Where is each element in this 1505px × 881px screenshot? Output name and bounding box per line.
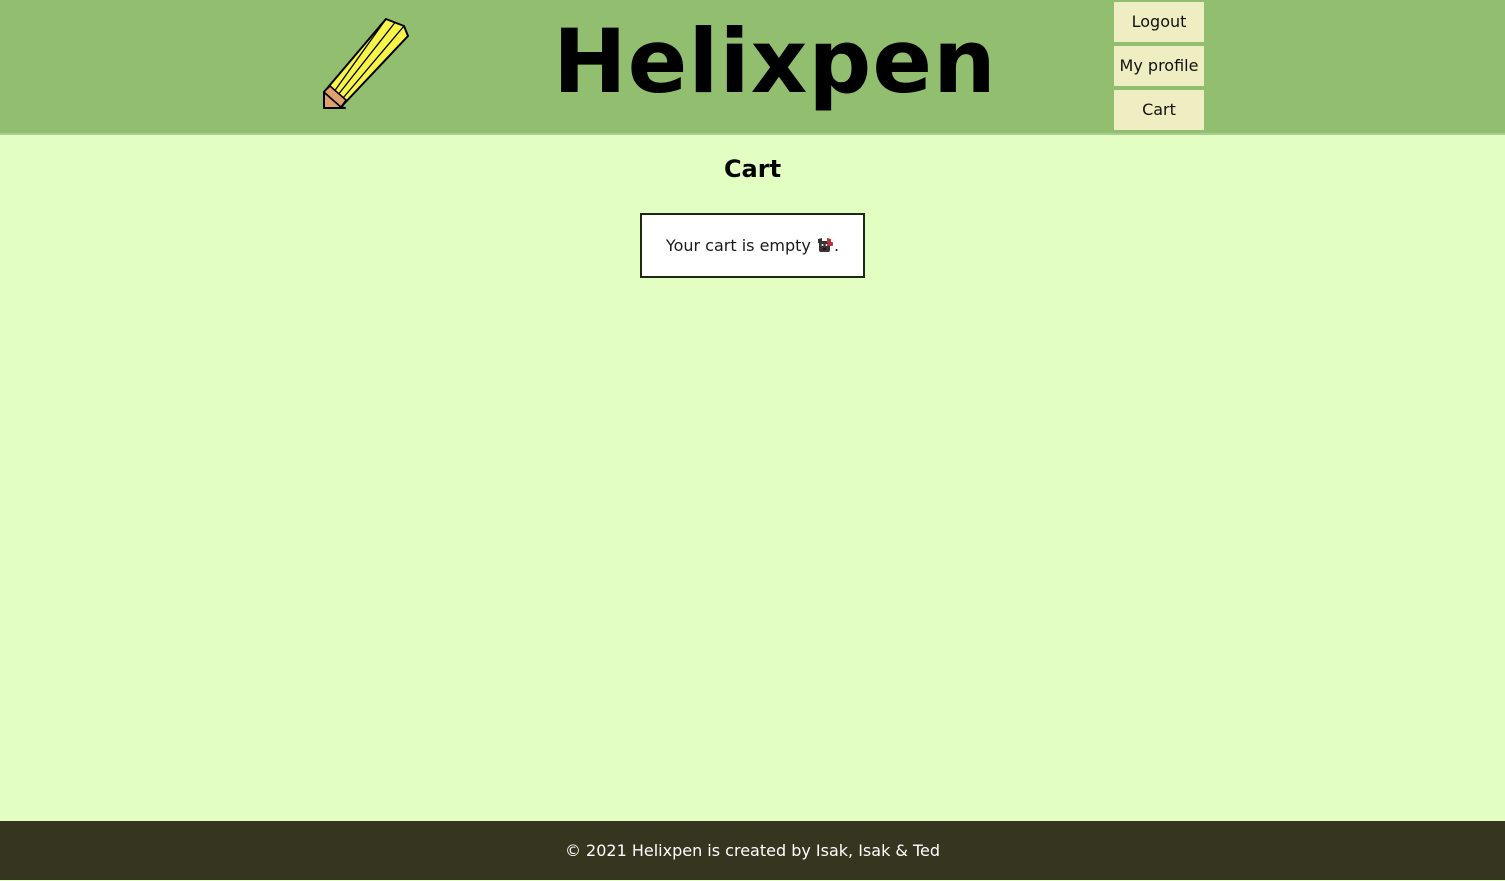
empty-cart-suffix: . <box>833 236 840 255</box>
site-title: Helixpen <box>553 10 997 113</box>
site-header: Helixpen Logout My profile Cart <box>0 0 1505 135</box>
empty-cart-message: Your cart is empty . <box>640 213 865 278</box>
logout-button[interactable]: Logout <box>1114 2 1204 42</box>
dog-face-icon <box>817 238 833 252</box>
site-footer: © 2021 Helixpen is created by Isak, Isak… <box>0 821 1505 880</box>
my-profile-button[interactable]: My profile <box>1114 46 1204 86</box>
header-nav: Logout My profile Cart <box>1114 2 1204 134</box>
pencil-icon <box>323 18 409 109</box>
footer-copyright: © 2021 Helixpen is created by Isak, Isak… <box>564 841 941 860</box>
empty-cart-text: Your cart is empty <box>665 236 816 255</box>
cart-button[interactable]: Cart <box>1114 90 1204 130</box>
page-title: Cart <box>723 155 782 183</box>
